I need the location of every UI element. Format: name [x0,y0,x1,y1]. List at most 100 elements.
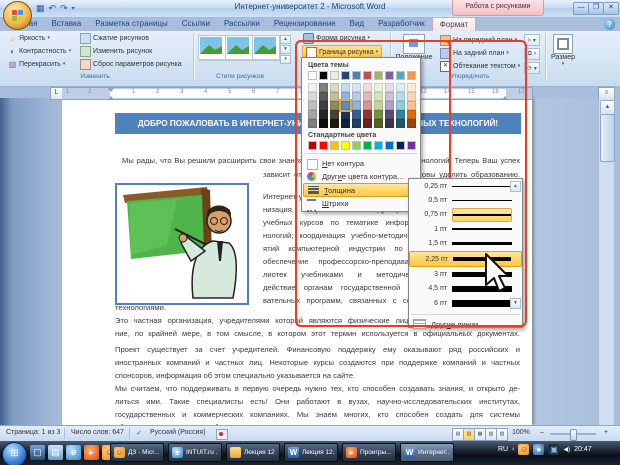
explorer-quicklaunch-icon[interactable]: ▤ [48,445,63,460]
zoom-out-icon[interactable]: – [540,429,544,436]
brightness-button[interactable]: ☼ Яркость ▾ [8,33,50,44]
submenu-scroll-up-icon[interactable]: ▲ [510,181,521,192]
tab-Вид[interactable]: Вид [343,17,371,30]
theme-color-swatch[interactable] [319,71,328,80]
zoom-in-icon[interactable]: + [604,429,608,436]
theme-color-swatch[interactable] [385,101,394,110]
theme-color-swatch[interactable] [374,110,383,119]
theme-color-swatch[interactable] [341,71,350,80]
menu-item-no-outline[interactable]: Нет контура [302,157,420,170]
zoom-slider[interactable] [550,429,596,441]
keyboard-language-indicator[interactable]: RU [498,446,508,453]
theme-color-swatch[interactable] [341,83,350,92]
theme-color-swatch[interactable] [330,101,339,110]
theme-color-swatch[interactable] [352,110,361,119]
standard-color-swatch[interactable] [319,141,328,150]
volume-tray-icon[interactable]: ◀) [563,446,570,453]
hanging-indent-marker[interactable] [108,93,114,100]
theme-color-swatch[interactable] [374,92,383,101]
standard-color-swatch[interactable] [330,141,339,150]
page-indicator[interactable]: Страница: 1 из 3 [6,429,60,436]
weight-option[interactable]: 1,5 пт [409,237,522,251]
theme-color-swatch[interactable] [385,92,394,101]
theme-color-swatch[interactable] [319,92,328,101]
standard-color-swatch[interactable] [396,141,405,150]
reset-picture-button[interactable]: Сброс параметров рисунка [80,59,182,70]
theme-color-swatch[interactable] [352,83,361,92]
theme-color-swatch[interactable] [308,83,317,92]
standard-color-swatch[interactable] [407,141,416,150]
view-draft-button[interactable]: ▨ [496,428,508,441]
theme-color-swatch[interactable] [341,119,350,128]
standard-color-swatch[interactable] [341,141,350,150]
theme-color-swatch[interactable] [385,119,394,128]
tab-Разметка страницы[interactable]: Разметка страницы [88,17,175,30]
ie-quicklaunch-icon[interactable]: e [66,445,81,460]
standard-color-swatch[interactable] [308,141,317,150]
tab-Вставка[interactable]: Вставка [44,17,88,30]
theme-color-swatch[interactable] [352,71,361,80]
theme-color-swatch[interactable] [352,101,361,110]
theme-color-swatch[interactable] [341,110,350,119]
word-count[interactable]: Число слов: 647 [71,429,124,436]
right-indent-marker[interactable] [502,93,508,100]
gallery-scroll-up-icon[interactable]: ▲ [280,35,291,44]
minimize-button[interactable]: — [573,2,589,15]
theme-color-swatch[interactable] [396,119,405,128]
weight-option[interactable]: 6 пт [409,296,522,310]
theme-color-swatch[interactable] [319,101,328,110]
theme-color-swatch[interactable] [363,71,372,80]
gallery-scroll-down-icon[interactable]: ▼ [280,45,291,54]
theme-color-swatch[interactable] [339,99,352,112]
taskbar-button[interactable]: ☺ ДЗ - Micr... [110,443,164,462]
theme-color-swatch[interactable] [374,119,383,128]
standard-color-swatch[interactable] [363,141,372,150]
theme-color-swatch[interactable] [407,71,416,80]
theme-color-swatch[interactable] [352,119,361,128]
rotate-button[interactable]: ⟳ ▾ [524,62,540,74]
tray-collapse-icon[interactable]: ‹ [512,446,514,453]
document-picture-teacher-clipart[interactable] [115,183,249,305]
send-to-back-button[interactable]: На задний план ▾ [440,48,509,59]
theme-color-swatch[interactable] [385,71,394,80]
bring-to-front-button[interactable]: На передний план ▾ [440,35,517,46]
theme-color-swatch[interactable] [385,110,394,119]
taskbar-button[interactable]: WЛекция 12... [284,443,338,462]
theme-color-swatch[interactable] [330,119,339,128]
compress-pictures-button[interactable]: Сжатие рисунков [80,33,149,44]
scroll-up-icon[interactable]: ▲ [600,100,615,115]
tab-Ссылки[interactable]: Ссылки [175,17,217,30]
tab-Рассылки[interactable]: Рассылки [217,17,267,30]
theme-color-swatch[interactable] [407,101,416,110]
standard-color-swatch[interactable] [385,141,394,150]
menu-resize-grip[interactable]: ▪ ▪ ▪ ▪ [409,330,522,336]
weight-option[interactable]: 3 пт [409,267,522,281]
theme-color-swatch[interactable] [407,92,416,101]
theme-color-swatch[interactable] [396,71,405,80]
taskbar-button[interactable]: ▸ Проигры... [342,443,396,462]
picture-shape-button[interactable]: Форма рисунка ▾ [303,33,370,44]
maximize-button[interactable]: ❐ [588,2,604,15]
theme-color-swatch[interactable] [319,83,328,92]
theme-color-swatch[interactable] [330,92,339,101]
theme-color-swatch[interactable] [308,92,317,101]
theme-color-swatch[interactable] [407,110,416,119]
size-button[interactable]: Размер ▾ [548,34,578,78]
weight-option[interactable]: 0,25 пт [409,179,522,193]
standard-color-swatch[interactable] [374,141,383,150]
theme-color-swatch[interactable] [374,71,383,80]
theme-color-swatch[interactable] [308,119,317,128]
macro-record-icon[interactable] [216,429,228,440]
weight-option[interactable]: 2,25 пт [409,250,522,268]
theme-color-swatch[interactable] [396,110,405,119]
office-button[interactable] [3,1,32,30]
weight-option[interactable]: 1 пт [409,222,522,236]
gallery-more-icon[interactable]: ▾ [280,55,291,64]
theme-color-swatch[interactable] [308,101,317,110]
theme-color-swatch[interactable] [319,110,328,119]
help-icon[interactable]: ? [604,19,615,30]
proofing-icon[interactable]: ✓ [136,429,142,437]
theme-color-swatch[interactable] [363,92,372,101]
theme-color-swatch[interactable] [319,119,328,128]
theme-color-swatch[interactable] [396,101,405,110]
